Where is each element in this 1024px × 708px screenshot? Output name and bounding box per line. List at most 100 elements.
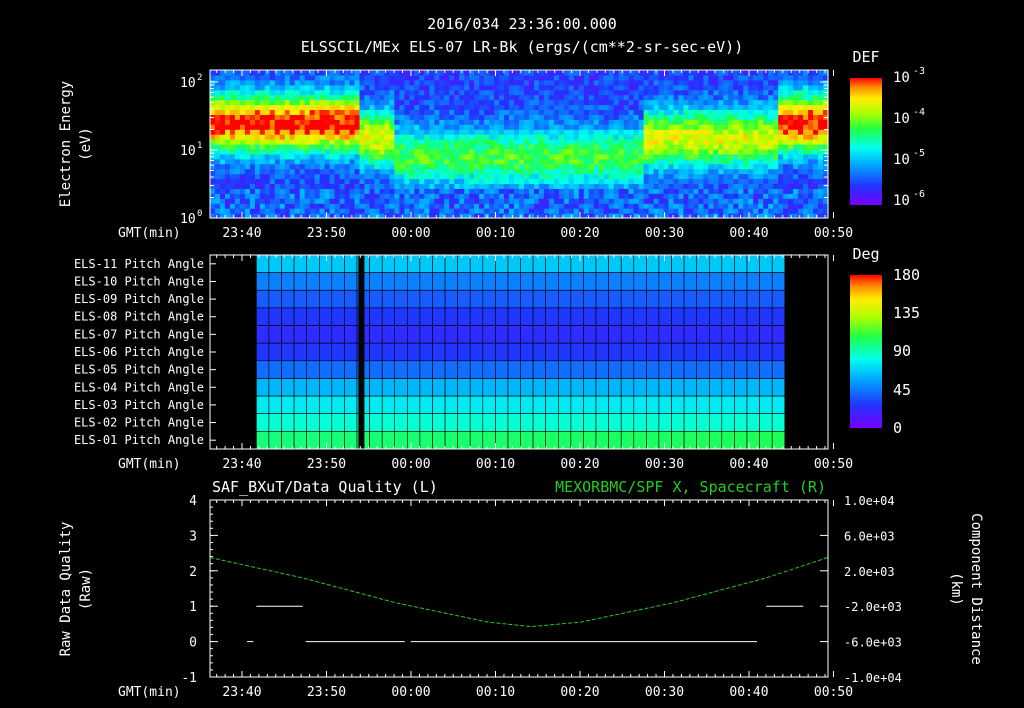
energy-cell bbox=[469, 124, 475, 130]
energy-cell bbox=[788, 153, 794, 160]
energy-cell bbox=[329, 168, 336, 175]
energy-cell bbox=[638, 119, 645, 125]
energy-cell bbox=[215, 198, 221, 204]
pitch-cell bbox=[683, 378, 697, 397]
pitch-cell bbox=[583, 307, 597, 326]
pitch-cell bbox=[293, 307, 308, 326]
energy-cell bbox=[713, 203, 719, 209]
energy-cell bbox=[678, 203, 685, 209]
energy-cell bbox=[404, 124, 410, 130]
energy-cell bbox=[558, 178, 565, 184]
energy-cell bbox=[723, 193, 729, 199]
pitch-cell bbox=[369, 395, 383, 415]
energy-cell bbox=[489, 208, 495, 214]
energy-cell bbox=[334, 183, 341, 189]
energy-cell bbox=[803, 89, 809, 96]
energy-cell bbox=[269, 89, 276, 96]
energy-cell bbox=[459, 89, 465, 96]
energy-cell bbox=[648, 144, 655, 150]
energy-cell bbox=[394, 168, 400, 175]
energy-cell bbox=[294, 104, 301, 110]
energy-cell bbox=[414, 173, 420, 180]
energy-cell bbox=[364, 163, 371, 170]
energy-cell bbox=[593, 124, 600, 130]
energy-cell bbox=[758, 104, 764, 110]
energy-cell bbox=[229, 148, 236, 155]
energy-cell bbox=[643, 99, 650, 106]
energy-cell bbox=[364, 104, 371, 110]
energy-cell bbox=[309, 173, 316, 180]
energy-cell bbox=[524, 178, 530, 184]
energy-cell bbox=[623, 84, 630, 91]
energy-cell bbox=[249, 99, 256, 106]
energy-cell bbox=[808, 124, 814, 130]
energy-cell bbox=[593, 99, 600, 106]
energy-cell bbox=[319, 144, 326, 150]
energy-cell bbox=[773, 79, 779, 86]
pitch-cell bbox=[532, 254, 546, 273]
energy-cell bbox=[464, 89, 470, 96]
energy-cell bbox=[504, 198, 510, 204]
energy-cell bbox=[534, 163, 540, 170]
energy-cell bbox=[598, 129, 605, 135]
energy-cell bbox=[269, 104, 276, 110]
energy-cell bbox=[254, 153, 261, 160]
energy-cell bbox=[244, 163, 251, 170]
pitch-cell bbox=[331, 431, 345, 450]
energy-cell bbox=[210, 74, 216, 81]
energy-cell bbox=[563, 129, 570, 135]
energy-cell bbox=[633, 148, 640, 155]
energy-cell bbox=[683, 74, 690, 81]
energy-cell bbox=[444, 158, 450, 165]
energy-cell bbox=[459, 109, 465, 115]
energy-cell bbox=[339, 163, 346, 170]
energy-cell bbox=[274, 163, 281, 170]
energy-cell bbox=[439, 99, 445, 106]
energy-cell bbox=[583, 109, 590, 115]
energy-cell bbox=[334, 144, 341, 150]
pitch-cell bbox=[344, 342, 358, 362]
energy-cell bbox=[633, 158, 640, 165]
pitch-cell bbox=[734, 360, 748, 379]
energy-cell bbox=[244, 74, 251, 81]
energy-cell bbox=[514, 114, 520, 120]
energy-cell bbox=[683, 84, 690, 91]
energy-cell bbox=[364, 148, 371, 155]
energy-cell bbox=[229, 163, 236, 170]
energy-cell bbox=[638, 114, 645, 120]
energy-cell bbox=[743, 203, 749, 209]
energy-cell bbox=[419, 134, 425, 140]
energy-cell bbox=[768, 173, 774, 180]
energy-cell bbox=[499, 168, 505, 175]
pitch-cell bbox=[318, 431, 333, 450]
energy-cell bbox=[254, 70, 261, 76]
energy-cell bbox=[778, 208, 784, 214]
energy-cell bbox=[259, 203, 266, 209]
energy-cell bbox=[389, 148, 395, 155]
energy-cell bbox=[359, 119, 366, 125]
energy-cell bbox=[349, 203, 356, 209]
energy-cell bbox=[489, 104, 495, 110]
energy-cell bbox=[683, 89, 690, 96]
energy-cell bbox=[728, 193, 734, 199]
energy-cell bbox=[379, 178, 386, 184]
energy-cell bbox=[723, 129, 729, 135]
energy-cell bbox=[678, 148, 685, 155]
pitch-cell bbox=[771, 289, 786, 309]
energy-cell bbox=[683, 119, 690, 125]
energy-cell bbox=[229, 119, 236, 125]
energy-cell bbox=[474, 84, 480, 91]
energy-cell bbox=[658, 144, 665, 150]
energy-cell bbox=[563, 148, 570, 155]
energy-cell bbox=[723, 104, 729, 110]
pitch-cell bbox=[406, 289, 421, 309]
energy-cell bbox=[244, 70, 251, 76]
energy-cell bbox=[628, 79, 635, 86]
energy-cell bbox=[668, 144, 675, 150]
right-tick-label: -1.0e+04 bbox=[844, 671, 902, 685]
energy-cell bbox=[603, 183, 610, 189]
energy-cell bbox=[225, 168, 231, 175]
pitch-cell bbox=[293, 342, 308, 362]
energy-cell bbox=[479, 208, 485, 214]
energy-cell bbox=[668, 183, 675, 189]
